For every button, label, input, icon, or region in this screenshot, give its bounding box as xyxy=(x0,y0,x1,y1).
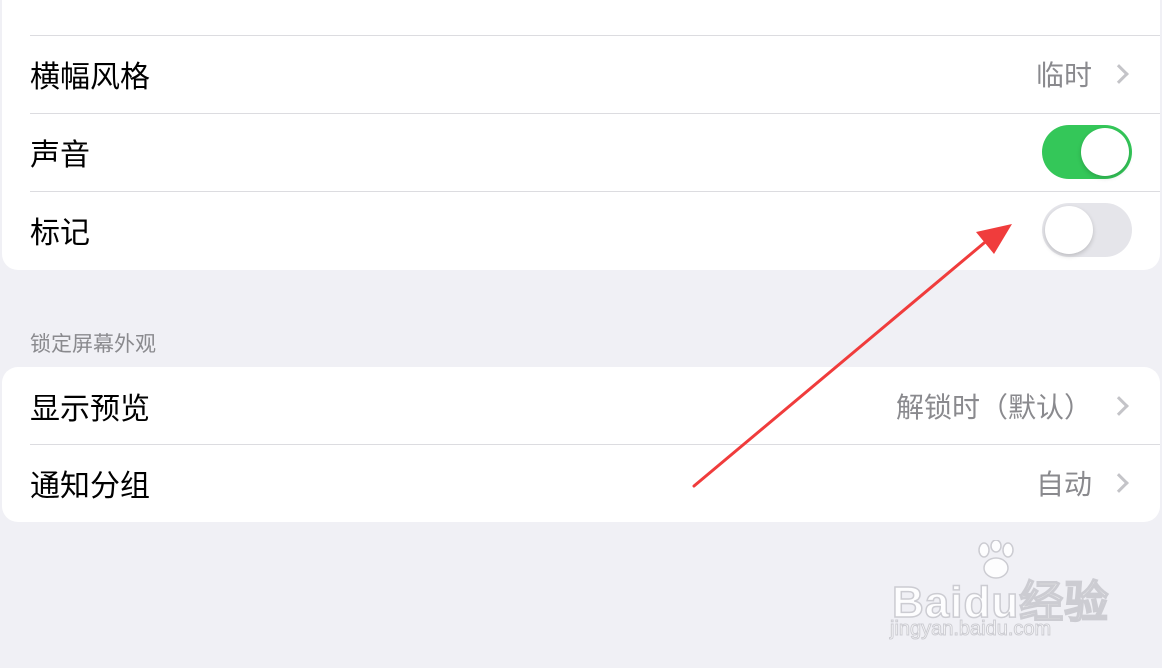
lock-screen-section-header: 锁定屏幕外观 xyxy=(30,332,156,356)
notification-grouping-value: 自动 xyxy=(1035,468,1092,501)
chevron-right-icon xyxy=(1109,64,1129,84)
row-divider xyxy=(30,444,1160,445)
row-divider xyxy=(30,191,1160,192)
notification-grouping-row[interactable]: 通知分组 自动 xyxy=(30,444,1160,522)
toggle-knob xyxy=(1081,128,1129,176)
sound-toggle[interactable] xyxy=(1042,125,1132,179)
show-previews-row[interactable]: 显示预览 解锁时（默认） xyxy=(30,367,1160,445)
watermark-url: jingyan.baidu.com xyxy=(889,618,1052,641)
banner-style-label: 横幅风格 xyxy=(30,60,150,95)
toggle-knob xyxy=(1045,206,1093,254)
sound-label: 声音 xyxy=(30,138,90,173)
show-previews-value: 解锁时（默认） xyxy=(895,391,1092,424)
badges-label: 标记 xyxy=(30,216,90,251)
lock-screen-card: 显示预览 解锁时（默认） 通知分组 自动 xyxy=(2,367,1160,522)
banner-style-value: 临时 xyxy=(1035,59,1092,92)
badges-toggle[interactable] xyxy=(1042,203,1132,257)
notification-grouping-label: 通知分组 xyxy=(30,469,150,504)
chevron-right-icon xyxy=(1109,396,1129,416)
notification-style-card: 横幅风格 临时 声音 标记 xyxy=(2,0,1160,270)
chevron-right-icon xyxy=(1109,473,1129,493)
banner-style-row[interactable]: 横幅风格 临时 xyxy=(30,35,1160,113)
show-previews-label: 显示预览 xyxy=(30,392,150,427)
row-divider xyxy=(30,35,1160,36)
baidu-watermark: Baidu经验 jingyan.baidu.com xyxy=(888,540,1109,648)
badges-row: 标记 xyxy=(30,191,1160,269)
sound-row: 声音 xyxy=(30,113,1160,191)
row-divider xyxy=(30,113,1160,114)
